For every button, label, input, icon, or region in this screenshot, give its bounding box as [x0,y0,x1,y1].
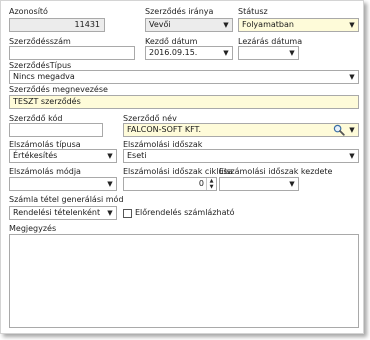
chevron-down-icon[interactable]: ▼ [346,150,358,162]
szerzodo-kod-label: Szerződő kód [9,114,63,123]
megnevezes-value: TESZT szerződés [13,97,81,106]
azonosito-field: 11431 [9,18,105,32]
idoszak-ciklusa-value: 0 [198,179,204,188]
elszamolas-tipusa-value: Értékesítés [13,151,58,160]
kezdo-datum-label: Kezdő dátum [145,37,198,46]
megjegyzes-textarea[interactable] [9,234,359,328]
szerzodo-nev-value: FALCON-SOFT KFT. [127,125,202,134]
elszamolasi-idoszak-value: Eseti [127,151,147,160]
chevron-down-icon[interactable]: ▼ [104,178,116,190]
irany-value: Vevői [149,20,171,29]
chevron-down-icon[interactable]: ▼ [346,19,358,31]
szamla-mod-select[interactable]: Rendelési tételenként ▼ [9,206,117,220]
idoszak-ciklusa-stepper[interactable]: 0 ▲ ▼ [123,177,217,191]
szamla-mod-value: Rendelési tételenként [13,208,101,217]
szerzodo-nev-label: Szerződő név [123,114,177,123]
elszamolas-modja-label: Elszámolás módja [9,167,81,176]
idoszak-kezdete-picker[interactable]: ▼ [219,177,299,191]
szerzodo-kod-input[interactable] [9,123,103,137]
contract-form: Azonosító 11431 Szerződés iránya Vevői ▼… [0,0,364,334]
lezaras-datuma-label: Lezárás dátuma [238,37,303,46]
statusz-label: Státusz [238,7,268,16]
elszamolasi-idoszak-label: Elszámolási időszak [123,140,203,149]
irany-label: Szerződés iránya [145,7,214,16]
lezaras-datuma-picker[interactable]: ▼ [238,46,299,60]
szamla-mod-label: Számla tétel generálási mód [9,195,124,204]
tipus-label: SzerződésTípus [9,61,72,70]
kezdo-datum-picker[interactable]: 2016.09.15. ▼ [145,46,233,60]
tipus-value: Nincs megadva [13,72,75,81]
elszamolas-tipusa-label: Elszámolás típusa [9,140,81,149]
elszamolas-modja-select[interactable]: ▼ [9,177,117,191]
szerzodo-nev-lookup[interactable]: FALCON-SOFT KFT. ▼ [123,123,359,137]
idoszak-kezdete-label: Elszámolási időszak kezdete [219,167,333,176]
megnevezes-input[interactable]: TESZT szerződés [9,95,359,109]
irany-select[interactable]: Vevői ▼ [145,18,233,32]
statusz-value: Folyamatban [242,20,294,29]
chevron-down-icon[interactable]: ▼ [104,150,116,162]
tipus-select[interactable]: Nincs megadva ▼ [9,70,359,84]
elorendeles-checkbox[interactable] [123,209,132,218]
chevron-down-icon[interactable]: ▼ [346,124,358,136]
azonosito-label: Azonosító [9,7,48,16]
chevron-down-icon[interactable]: ▼ [286,178,298,190]
chevron-down-icon[interactable]: ▼ [346,71,358,83]
azonosito-value: 11431 [74,20,100,29]
stepper-arrows-icon[interactable]: ▲ ▼ [206,178,216,190]
megjegyzes-label: Megjegyzés [9,224,57,233]
chevron-down-icon[interactable]: ▼ [286,47,298,59]
magnifier-icon[interactable] [333,124,345,136]
kezdo-datum-value: 2016.09.15. [149,48,198,57]
elszamolas-tipusa-select[interactable]: Értékesítés ▼ [9,149,117,163]
megnevezes-label: Szerződés megnevezése [9,85,108,94]
chevron-down-icon[interactable]: ▼ [104,207,116,219]
elorendeles-label: Előrendelés számlázható [135,208,235,217]
elszamolasi-idoszak-select[interactable]: Eseti ▼ [123,149,359,163]
statusz-select[interactable]: Folyamatban ▼ [238,18,359,32]
chevron-down-icon[interactable]: ▼ [220,19,232,31]
szerzodesszam-label: Szerződésszám [9,37,71,46]
idoszak-ciklusa-label: Elszámolási időszak ciklusa [123,167,233,176]
chevron-down-icon[interactable]: ▼ [220,47,232,59]
szerzodesszam-input[interactable] [9,46,135,60]
